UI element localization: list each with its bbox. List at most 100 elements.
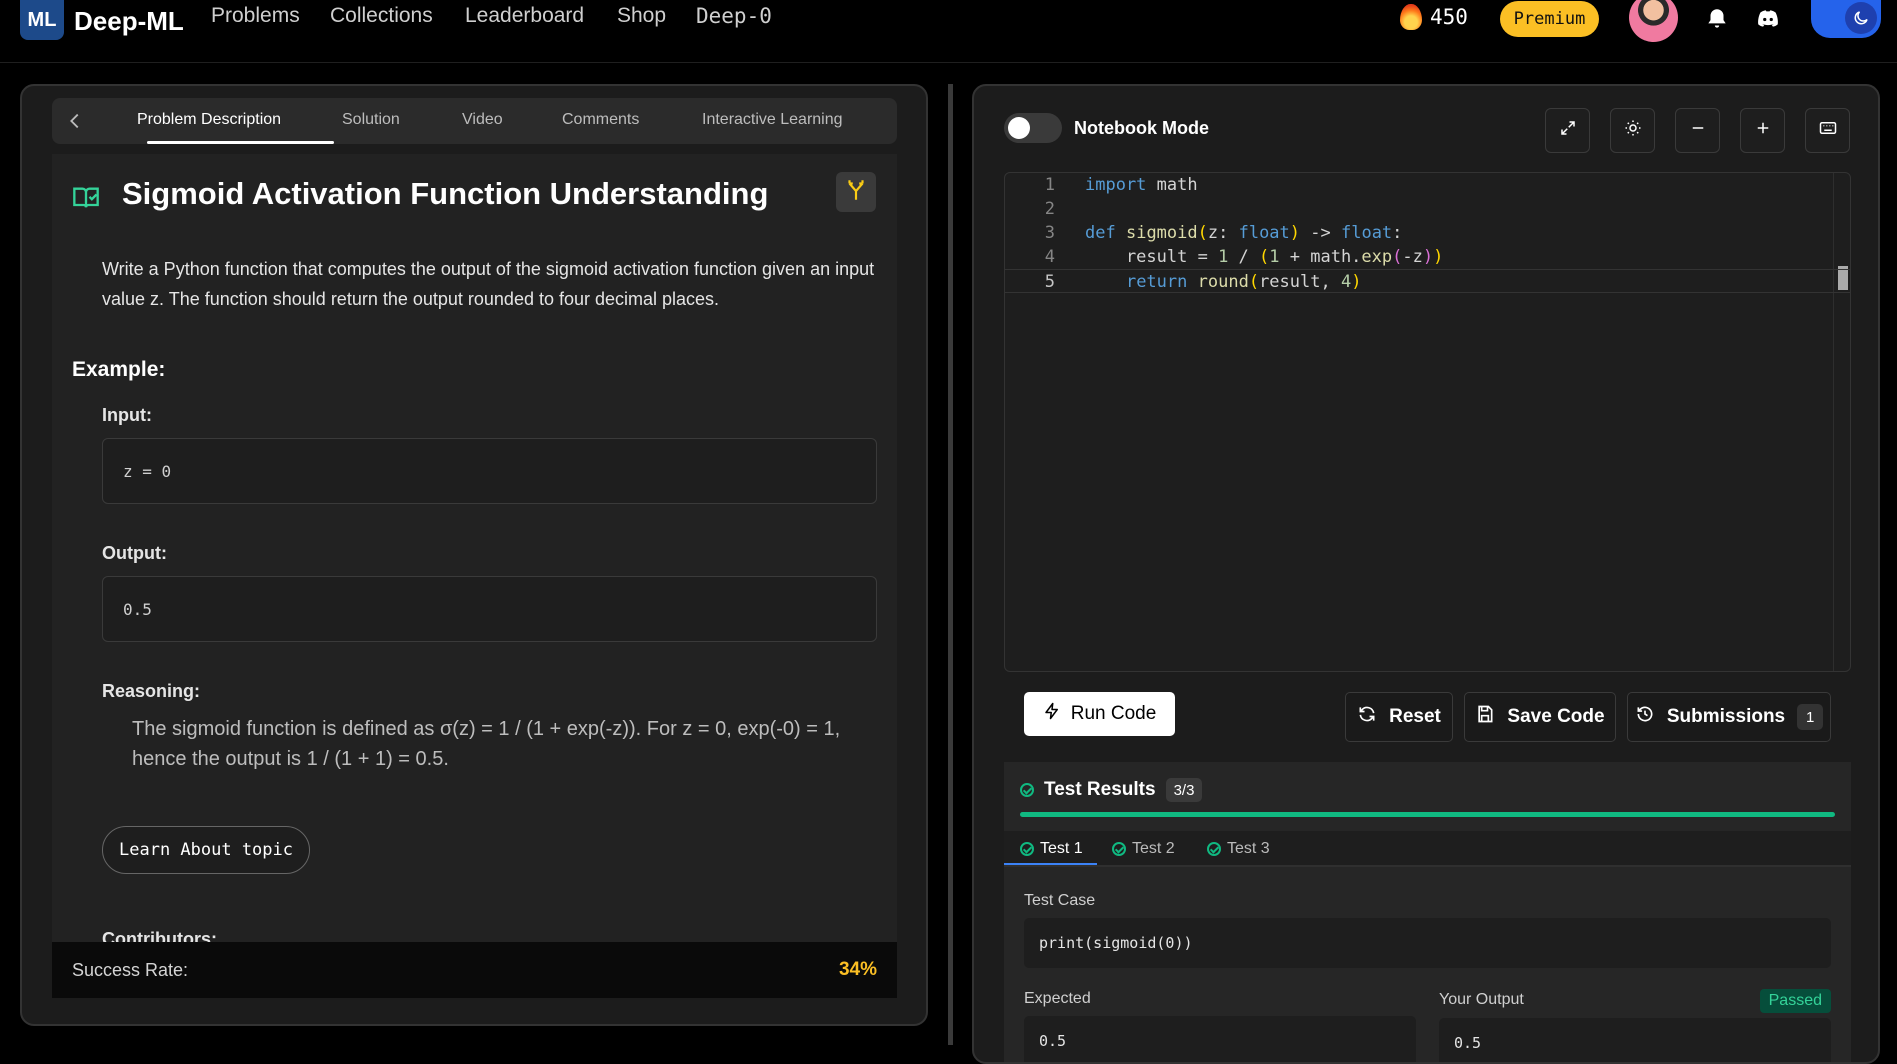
test-case-label: Test Case: [1024, 892, 1096, 909]
code-line: 4 result = 1 / (1 + math.exp(-z)): [1044, 247, 1444, 267]
reset-button[interactable]: Reset: [1345, 692, 1453, 742]
editor-panel: Notebook Mode 1 import math 2 3 def sigm…: [972, 84, 1880, 1064]
reset-label: Reset: [1389, 706, 1441, 727]
panel-resize-handle[interactable]: [948, 84, 953, 1045]
test-results: Test Results 3/3 Test 1 Test 2 Test 3 Te…: [1004, 762, 1851, 1062]
keyboard-icon: [1818, 119, 1838, 142]
plus-icon: [1754, 119, 1772, 142]
success-rate-label: Success Rate:: [72, 960, 189, 980]
tab-interactive-learning[interactable]: Interactive Learning: [702, 111, 843, 129]
premium-button[interactable]: Premium: [1500, 1, 1599, 37]
streak-counter[interactable]: 450: [1400, 4, 1468, 30]
test-case-code: print(sigmoid(0)): [1024, 918, 1831, 968]
example-heading: Example:: [72, 358, 166, 381]
history-icon: [1635, 704, 1655, 730]
code-line: 1 import math: [1044, 175, 1198, 195]
test-results-count: 3/3: [1165, 778, 1203, 802]
check-circle-icon: [1112, 842, 1126, 856]
test-results-header: Test Results 3/3: [1020, 778, 1203, 802]
moon-icon: [1845, 2, 1877, 34]
chevron-left-icon[interactable]: [64, 110, 86, 132]
status-badge: Passed: [1759, 989, 1831, 1013]
check-circle-icon: [1020, 842, 1034, 856]
submissions-button[interactable]: Submissions 1: [1627, 692, 1831, 742]
save-icon: [1475, 704, 1495, 730]
tab-problem-description[interactable]: Problem Description: [137, 111, 281, 129]
brand-name[interactable]: Deep-ML: [74, 6, 184, 37]
nav-shop[interactable]: Shop: [617, 4, 666, 28]
test-results-title: Test Results: [1044, 779, 1156, 800]
contributors-label: Contributors:: [102, 929, 217, 942]
code-line: 2: [1044, 199, 1055, 219]
tab-test-3-label: Test 3: [1227, 840, 1270, 857]
fork-icon: [843, 177, 869, 208]
refresh-icon: [1357, 704, 1377, 730]
run-code-label: Run Code: [1070, 703, 1157, 724]
tab-test-2[interactable]: Test 2: [1112, 840, 1175, 858]
theme-toggle[interactable]: [1811, 0, 1881, 38]
book-check-icon: [72, 184, 100, 212]
top-nav: ML Deep-ML Problems Collections Leaderbo…: [0, 0, 1897, 63]
sun-icon: [1624, 119, 1642, 142]
nav-problems[interactable]: Problems: [211, 4, 300, 28]
your-output-label: Your Output: [1439, 991, 1524, 1008]
submissions-label: Submissions: [1666, 706, 1786, 727]
your-output-value: 0.5: [1439, 1018, 1831, 1062]
test-tabs: Test 1 Test 2 Test 3: [1004, 831, 1851, 867]
theme-button[interactable]: [1610, 108, 1655, 153]
avatar[interactable]: [1629, 0, 1678, 42]
lightning-icon: [1043, 701, 1061, 727]
input-label: Input:: [102, 405, 152, 425]
save-code-label: Save Code: [1507, 706, 1605, 727]
toggle-knob: [1008, 117, 1030, 139]
example-input: z = 0: [102, 438, 877, 504]
expected-label: Expected: [1024, 990, 1091, 1007]
zoom-out-button[interactable]: [1675, 108, 1720, 153]
tab-test-1-label: Test 1: [1040, 840, 1083, 857]
active-test-tab-indicator: [1004, 863, 1097, 865]
reasoning-text: The sigmoid function is defined as σ(z) …: [132, 718, 841, 770]
tab-video[interactable]: Video: [462, 111, 503, 129]
save-code-button[interactable]: Save Code: [1464, 692, 1616, 742]
reasoning-label: Reasoning:: [102, 681, 201, 701]
code-line: 3 def sigmoid(z: float) -> float:: [1044, 223, 1403, 243]
learn-about-topic-button[interactable]: Learn About topic: [102, 826, 310, 874]
notebook-mode-label: Notebook Mode: [1074, 118, 1209, 138]
notebook-mode-toggle[interactable]: [1004, 113, 1062, 143]
tab-comments[interactable]: Comments: [562, 111, 639, 129]
success-rate-value: 34%: [838, 959, 877, 980]
bell-icon[interactable]: [1704, 6, 1732, 34]
flame-icon: [1400, 4, 1422, 30]
tab-test-1[interactable]: Test 1: [1020, 840, 1083, 858]
code-line: 5 return round(result, 4): [1005, 269, 1850, 293]
run-code-button[interactable]: Run Code: [1024, 692, 1175, 736]
nav-collections[interactable]: Collections: [330, 4, 433, 28]
test-progress-bar: [1020, 812, 1835, 817]
output-label: Output:: [102, 543, 167, 563]
nav-leaderboard[interactable]: Leaderboard: [465, 4, 584, 28]
expand-button[interactable]: [1545, 108, 1590, 153]
submissions-count: 1: [1797, 704, 1824, 730]
active-tab-indicator: [147, 141, 334, 144]
tab-test-3[interactable]: Test 3: [1207, 840, 1270, 858]
problem-title: Sigmoid Activation Function Understandin…: [122, 176, 769, 211]
check-circle-icon: [1207, 842, 1221, 856]
tab-solution[interactable]: Solution: [342, 111, 400, 129]
streak-count: 450: [1430, 5, 1468, 29]
fork-button[interactable]: [836, 172, 876, 212]
discord-icon[interactable]: [1754, 6, 1782, 34]
keyboard-shortcuts-button[interactable]: [1805, 108, 1850, 153]
check-circle-icon: [1020, 783, 1034, 797]
problem-content: Sigmoid Activation Function Understandin…: [52, 154, 897, 942]
expected-value: 0.5: [1024, 1016, 1416, 1062]
problem-panel: Problem Description Solution Video Comme…: [20, 84, 928, 1026]
code-editor[interactable]: 1 import math 2 3 def sigmoid(z: float) …: [1004, 172, 1851, 672]
expand-icon: [1559, 119, 1577, 142]
minus-icon: [1689, 119, 1707, 142]
zoom-in-button[interactable]: [1740, 108, 1785, 153]
test-progress-fill: [1020, 812, 1835, 817]
nav-deep-0[interactable]: Deep-0: [696, 4, 772, 28]
logo[interactable]: ML: [20, 0, 64, 40]
problem-tabs: Problem Description Solution Video Comme…: [52, 98, 897, 144]
example-output: 0.5: [102, 576, 877, 642]
